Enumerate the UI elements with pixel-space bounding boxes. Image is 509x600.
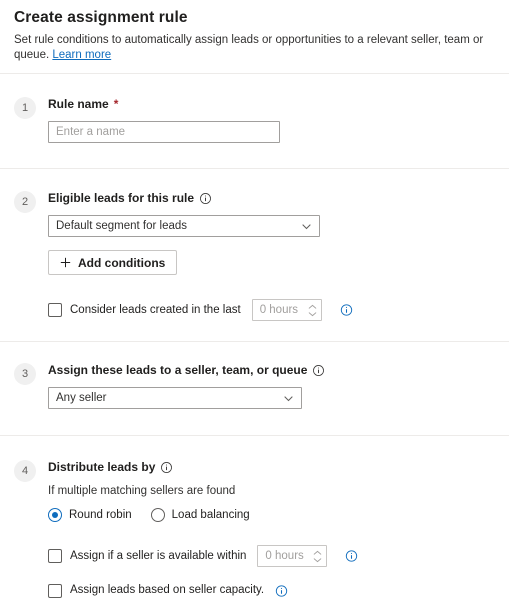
step-4-label-text: Distribute leads by	[48, 460, 156, 474]
radio-option-load-balancing[interactable]: Load balancing	[150, 508, 250, 522]
divider-after-step-1	[0, 168, 509, 169]
step-3-assign-to: 3 Assign these leads to a seller, team, …	[0, 362, 509, 409]
load-balancing-radio[interactable]	[150, 508, 165, 522]
eligible-leads-segment-dropdown[interactable]: Default segment for leads	[48, 215, 320, 237]
seller-capacity-checkbox[interactable]	[48, 583, 62, 598]
divider-after-step-2	[0, 341, 509, 342]
chevron-up-icon[interactable]	[308, 304, 317, 310]
step-3-label-text: Assign these leads to a seller, team, or…	[48, 363, 308, 377]
seller-capacity-row: Assign leads based on seller capacity.	[48, 583, 495, 598]
step-4-label: Distribute leads by	[48, 459, 495, 475]
step-2-eligible-leads: 2 Eligible leads for this rule Default s…	[0, 190, 509, 321]
page-subtitle: Set rule conditions to automatically ass…	[14, 33, 495, 63]
chevron-down-icon[interactable]	[313, 557, 322, 563]
available-within-label: Assign if a seller is available within	[70, 549, 247, 562]
create-assignment-rule-panel: Create assignment rule Set rule conditio…	[0, 0, 509, 600]
available-within-checkbox[interactable]	[48, 549, 62, 563]
rule-name-input[interactable]: Enter a name	[48, 121, 280, 143]
step-3-label: Assign these leads to a seller, team, or…	[48, 362, 495, 378]
consider-leads-created-label: Consider leads created in the last	[70, 303, 241, 316]
page-title: Create assignment rule	[14, 9, 188, 26]
stepper-arrows	[313, 550, 322, 563]
consider-leads-hours-value: 0 hours	[259, 304, 299, 316]
step-1-rule-name: 1 Rule name * Enter a name	[0, 96, 509, 143]
step-4-badge: 4	[14, 460, 36, 482]
consider-leads-created-checkbox[interactable]	[48, 303, 62, 317]
consider-leads-created-row: Consider leads created in the last 0 hou…	[48, 299, 495, 321]
step-1-badge: 1	[14, 97, 36, 119]
seller-capacity-info-icon[interactable]	[275, 584, 288, 597]
info-circle-icon[interactable]	[160, 461, 173, 474]
load-balancing-label: Load balancing	[171, 509, 250, 521]
required-asterisk: *	[113, 97, 119, 111]
info-circle-icon[interactable]	[312, 364, 325, 377]
step-1-label-text: Rule name	[48, 97, 109, 111]
radio-option-round-robin[interactable]: Round robin	[48, 508, 132, 522]
step-2-badge: 2	[14, 191, 36, 213]
eligible-leads-segment-value: Default segment for leads	[56, 220, 188, 232]
seller-capacity-label: Assign leads based on seller capacity.	[70, 584, 265, 596]
distribution-radio-group: Round robin Load balancing	[48, 508, 495, 522]
info-circle-icon[interactable]	[199, 192, 212, 205]
available-within-hours-value: 0 hours	[265, 550, 304, 562]
rule-name-placeholder: Enter a name	[56, 126, 126, 138]
step-1-label: Rule name *	[48, 96, 495, 112]
chevron-down-icon[interactable]	[308, 311, 317, 317]
step-3-badge: 3	[14, 363, 36, 385]
round-robin-label: Round robin	[69, 509, 132, 521]
step-2-label-text: Eligible leads for this rule	[48, 191, 195, 205]
chevron-down-icon	[283, 393, 294, 404]
consider-leads-info-icon[interactable]	[340, 304, 353, 317]
panel-header: Create assignment rule Set rule conditio…	[0, 0, 509, 63]
chevron-down-icon	[301, 221, 312, 232]
divider-after-step-3	[0, 435, 509, 436]
step-4-distribute-leads: 4 Distribute leads by If multiple matchi…	[0, 459, 509, 598]
learn-more-link[interactable]: Learn more	[52, 49, 111, 61]
available-within-row: Assign if a seller is available within 0…	[48, 545, 495, 567]
header-divider	[0, 73, 509, 74]
round-robin-radio[interactable]	[48, 508, 62, 522]
available-within-info-icon[interactable]	[345, 550, 358, 563]
available-within-hours-stepper[interactable]: 0 hours	[257, 545, 328, 567]
add-conditions-button[interactable]: Add conditions	[48, 250, 178, 275]
assignee-dropdown[interactable]: Any seller	[48, 387, 302, 409]
stepper-arrows	[308, 304, 317, 317]
chevron-up-icon[interactable]	[313, 550, 322, 556]
add-conditions-label: Add conditions	[78, 255, 166, 270]
step-2-label: Eligible leads for this rule	[48, 190, 495, 206]
consider-leads-hours-stepper[interactable]: 0 hours	[251, 299, 322, 321]
assignee-dropdown-value: Any seller	[56, 392, 107, 404]
plus-icon	[60, 257, 71, 268]
distribute-sub-note: If multiple matching sellers are found	[48, 485, 236, 497]
